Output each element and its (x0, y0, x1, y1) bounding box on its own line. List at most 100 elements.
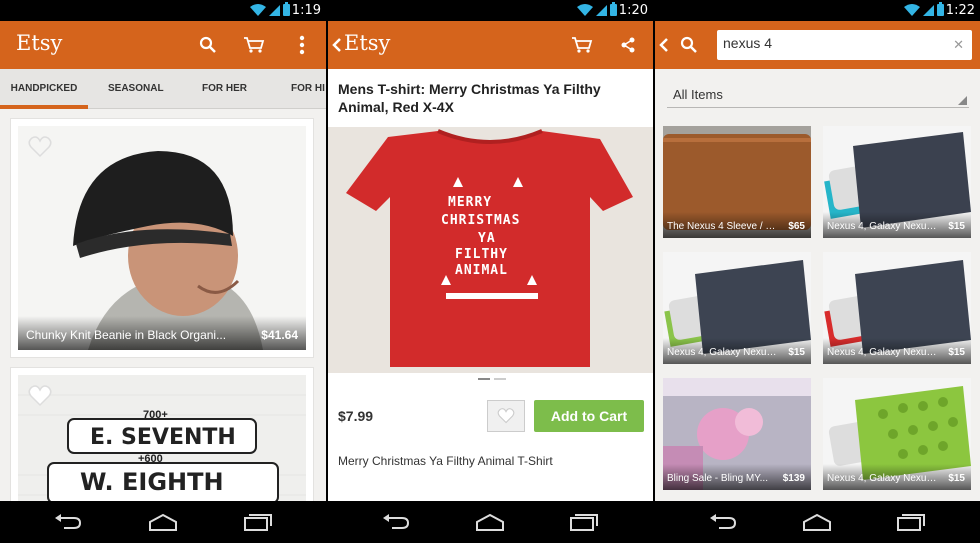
shirt-text: ANIMAL (455, 263, 508, 278)
search-input[interactable] (723, 35, 943, 51)
search-result[interactable]: Nexus 4, Galaxy Nexus... $15 (823, 252, 971, 364)
search-result[interactable]: The Nexus 4 Sleeve / C... $65 (663, 126, 811, 238)
result-title: Nexus 4, Galaxy Nexus... (827, 347, 937, 358)
cart-icon[interactable] (570, 33, 594, 57)
search-icon[interactable] (196, 33, 220, 57)
listing-price: $41.64 (261, 328, 298, 342)
home-nav-icon[interactable] (474, 512, 506, 532)
battery-icon (283, 2, 290, 16)
shirt-text: FILTHY (455, 247, 508, 262)
battery-icon (937, 2, 944, 16)
product-image[interactable]: MERRY CHRISTMAS YA FILTHY ANIMAL (328, 127, 653, 373)
product-description: Merry Christmas Ya Filthy Animal T-Shirt (338, 454, 553, 468)
add-to-cart-button[interactable]: Add to Cart (534, 400, 644, 432)
product-screen: 1:20 Etsy Mens T-shirt: Merry Christmas … (328, 0, 653, 543)
home-nav-icon[interactable] (147, 512, 179, 532)
tab-handpicked[interactable]: HANDPICKED (0, 69, 88, 109)
result-title: Nexus 4, Galaxy Nexus... (827, 473, 937, 484)
home-screen: 1:19 Etsy HANDPICKED SEASONAL FOR HER FO… (0, 0, 326, 543)
clear-search-icon[interactable]: ✕ (953, 37, 964, 53)
result-title: Nexus 4, Galaxy Nexus... (667, 347, 777, 358)
tab-for-her[interactable]: FOR HER (202, 69, 247, 109)
cart-icon[interactable] (242, 33, 266, 57)
tab-for-him[interactable]: FOR HI (291, 69, 325, 109)
sign-number: 700+ (143, 409, 168, 421)
result-title: Bling Sale - Bling MY... (667, 473, 768, 484)
home-nav-icon[interactable] (801, 512, 833, 532)
listing-photo: 700+ E. SEVENTH +600 W. EIGHTH (18, 375, 306, 519)
dropdown-triangle-icon (958, 96, 967, 105)
overflow-menu-icon[interactable] (290, 33, 314, 57)
status-icons (250, 2, 290, 16)
action-bar: Etsy (0, 21, 326, 69)
signal-icon (596, 4, 607, 16)
search-result[interactable]: Nexus 4, Galaxy Nexus... $15 (823, 126, 971, 238)
recents-nav-icon[interactable] (242, 512, 274, 532)
etsy-logo[interactable]: Etsy (16, 31, 62, 55)
favorite-button[interactable] (487, 400, 525, 432)
search-result[interactable]: Bling Sale - Bling MY... $139 (663, 378, 811, 490)
share-icon[interactable] (616, 33, 640, 57)
search-result[interactable]: Nexus 4, Galaxy Nexus... $15 (823, 378, 971, 490)
status-icons (577, 2, 617, 16)
result-caption: Nexus 4, Galaxy Nexus... $15 (823, 464, 971, 490)
status-icons (904, 2, 944, 16)
battery-icon (610, 2, 617, 16)
listing-card[interactable]: Chunky Knit Beanie in Black Organi... $4… (10, 118, 314, 358)
etsy-logo[interactable]: Etsy (344, 31, 390, 55)
result-price: $15 (788, 347, 805, 358)
product-price: $7.99 (338, 408, 374, 424)
result-price: $15 (948, 347, 965, 358)
sign-number: +600 (138, 453, 163, 465)
listing-caption: Chunky Knit Beanie in Black Organi... $4… (18, 316, 306, 350)
status-bar: 1:20 (328, 0, 653, 21)
navigation-bar (0, 501, 326, 543)
back-nav-icon[interactable] (52, 512, 84, 532)
wifi-icon (250, 4, 266, 16)
tab-seasonal[interactable]: SEASONAL (108, 69, 164, 109)
result-caption: Nexus 4, Galaxy Nexus... $15 (663, 338, 811, 364)
pager-dot[interactable] (478, 378, 490, 380)
search-screen: 1:22 ✕ All Items The Nexus 4 Sleeve / C.… (655, 0, 980, 543)
clock: 1:19 (291, 3, 321, 18)
search-box: ✕ (717, 30, 972, 60)
result-price: $15 (948, 221, 965, 232)
search-result[interactable]: Nexus 4, Galaxy Nexus... $15 (663, 252, 811, 364)
heart-icon (497, 408, 515, 424)
category-filter-dropdown[interactable]: All Items (667, 82, 969, 108)
sign-street: W. EIGHTH (80, 468, 224, 496)
recents-nav-icon[interactable] (568, 512, 600, 532)
navigation-bar (655, 501, 980, 543)
clock: 1:20 (618, 3, 648, 18)
wifi-icon (904, 4, 920, 16)
favorite-heart-icon[interactable] (28, 136, 52, 158)
pager-dot[interactable] (494, 378, 506, 380)
shirt-text: MERRY (448, 195, 493, 210)
back-nav-icon[interactable] (380, 512, 412, 532)
shirt-text: YA (478, 231, 496, 246)
product-title: Mens T-shirt: Merry Christmas Ya Filthy … (338, 81, 601, 115)
search-icon[interactable] (677, 33, 701, 57)
back-chevron-icon[interactable] (657, 33, 671, 57)
navigation-bar (328, 501, 653, 543)
action-bar: Etsy (328, 21, 653, 69)
image-pager-dots (478, 378, 506, 380)
wifi-icon (577, 4, 593, 16)
category-tabs: HANDPICKED SEASONAL FOR HER FOR HI (0, 69, 326, 109)
result-caption: Nexus 4, Galaxy Nexus... $15 (823, 338, 971, 364)
back-nav-icon[interactable] (707, 512, 739, 532)
result-caption: The Nexus 4 Sleeve / C... $65 (663, 212, 811, 238)
screenshots-row: 1:19 Etsy HANDPICKED SEASONAL FOR HER FO… (0, 0, 980, 543)
back-chevron-icon[interactable] (330, 33, 344, 57)
recents-nav-icon[interactable] (895, 512, 927, 532)
status-bar: 1:19 (0, 0, 326, 21)
sign-street: E. SEVENTH (90, 425, 236, 450)
result-caption: Nexus 4, Galaxy Nexus... $15 (823, 212, 971, 238)
result-title: The Nexus 4 Sleeve / C... (667, 221, 777, 232)
listing-photo: Chunky Knit Beanie in Black Organi... $4… (18, 126, 306, 350)
favorite-heart-icon[interactable] (28, 385, 52, 407)
result-title: Nexus 4, Galaxy Nexus... (827, 221, 937, 232)
result-price: $139 (782, 473, 805, 484)
signal-icon (923, 4, 934, 16)
status-bar: 1:22 (655, 0, 980, 21)
